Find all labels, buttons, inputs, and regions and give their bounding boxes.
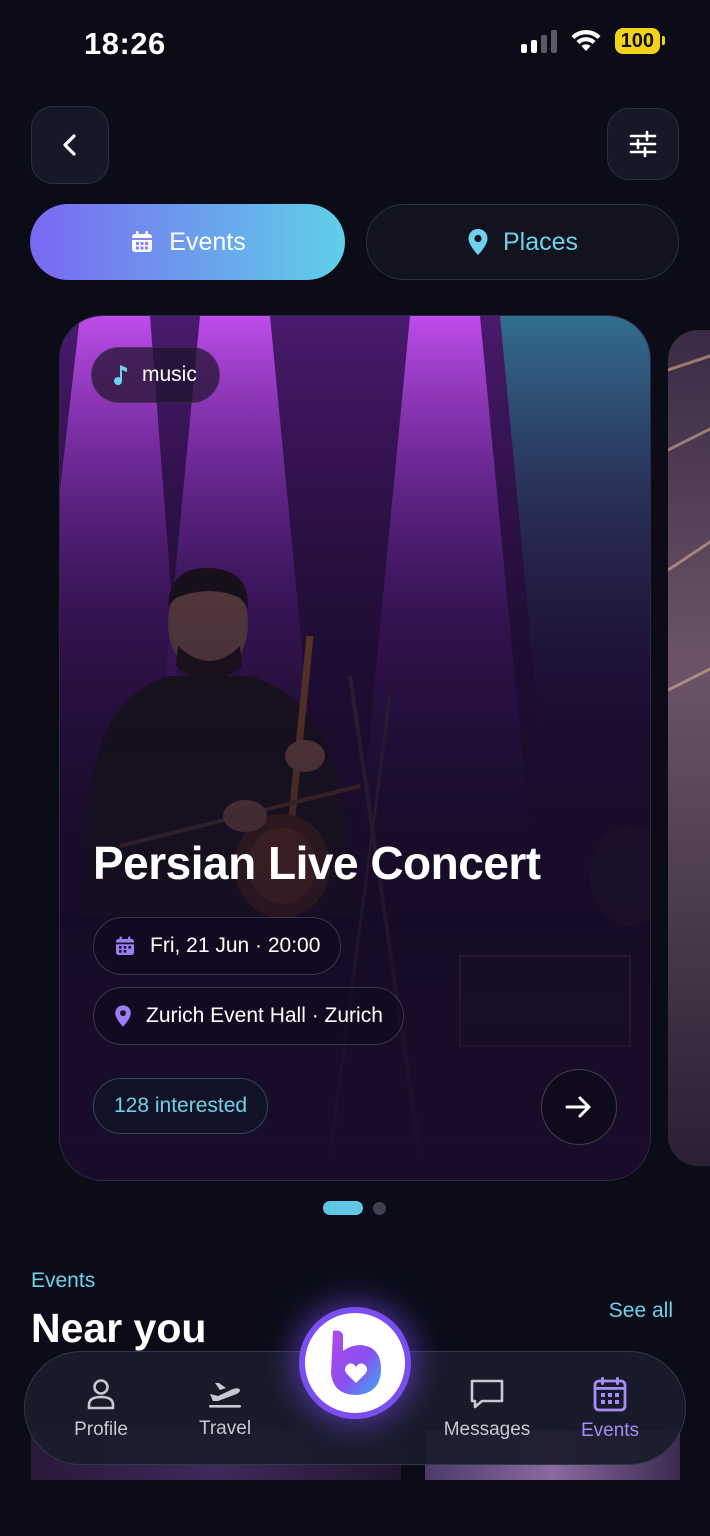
status-time: 18:26 — [84, 26, 166, 61]
nav-item-messages[interactable]: Messages — [437, 1352, 537, 1466]
tab-events[interactable]: Events — [30, 204, 345, 280]
app-logo-icon — [331, 1330, 381, 1395]
category-label: music — [142, 363, 197, 386]
plane-icon — [209, 1383, 241, 1408]
person-icon — [87, 1379, 115, 1410]
nav-label-profile: Profile — [74, 1419, 128, 1440]
calendar-icon — [593, 1377, 627, 1412]
event-date-chip: Fri, 21 Jun · 20:00 — [93, 917, 342, 975]
section-title: Near you — [31, 1305, 207, 1351]
status-icons: 100 — [520, 28, 666, 54]
home-center-button[interactable] — [299, 1307, 411, 1419]
back-button[interactable] — [31, 106, 109, 184]
event-photo — [60, 316, 650, 1180]
cellular-signal-icon — [520, 29, 557, 53]
pager-dot[interactable] — [373, 1201, 386, 1215]
nav-label-events: Events — [580, 1420, 640, 1441]
battery-indicator: 100 — [614, 28, 666, 54]
open-event-button[interactable] — [541, 1069, 617, 1145]
chat-icon — [470, 1379, 504, 1409]
calendar-icon — [116, 936, 134, 955]
chevron-left-icon — [63, 134, 76, 156]
wifi-icon — [571, 29, 601, 51]
nav-item-profile[interactable]: Profile — [61, 1352, 141, 1466]
app-screen: 18:26 100 Events Places music Persian Li… — [0, 0, 710, 1536]
carousel-pager — [323, 1201, 386, 1215]
see-all-link[interactable]: See all — [609, 1299, 673, 1323]
event-datetime: Fri, 21 Jun · 20:00 — [150, 934, 321, 957]
next-event-card-peek[interactable] — [668, 330, 710, 1166]
music-note-icon — [114, 365, 127, 386]
nav-item-events[interactable]: Events — [570, 1352, 650, 1466]
interested-count-badge: 128 interested — [93, 1078, 269, 1134]
tab-places-label: Places — [502, 227, 579, 256]
map-pin-icon — [468, 229, 488, 255]
section-eyebrow: Events — [31, 1269, 96, 1292]
nav-label-travel: Travel — [198, 1418, 252, 1439]
category-tag: music — [91, 347, 220, 403]
event-title: Persian Live Concert — [93, 837, 541, 889]
calendar-icon — [132, 231, 153, 252]
nav-item-travel[interactable]: Travel — [185, 1352, 265, 1466]
event-location: Zurich Event Hall · Zurich — [146, 1004, 383, 1027]
arrow-right-icon — [565, 1096, 591, 1118]
tab-places[interactable]: Places — [366, 204, 679, 280]
featured-event-card[interactable]: music Persian Live Concert Fri, 21 Jun ·… — [59, 315, 651, 1181]
filter-button[interactable] — [607, 108, 679, 180]
event-location-chip: Zurich Event Hall · Zurich — [93, 987, 404, 1045]
pager-dot-active[interactable] — [323, 1201, 363, 1215]
tab-events-label: Events — [169, 227, 246, 256]
nav-label-messages: Messages — [443, 1419, 531, 1440]
map-pin-icon — [115, 1005, 131, 1027]
sliders-icon — [629, 130, 657, 158]
